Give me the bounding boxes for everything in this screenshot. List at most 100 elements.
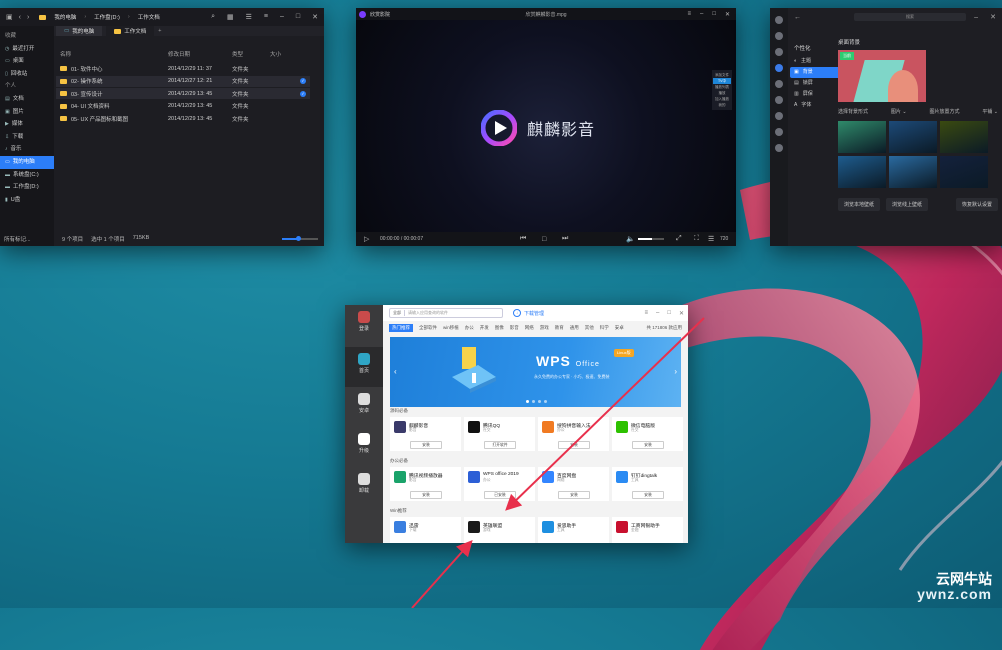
back-icon[interactable]: ‹ xyxy=(19,14,21,21)
volume-icon[interactable]: 🔈 xyxy=(626,235,635,243)
placement-select[interactable]: 平铺 ⌄ xyxy=(982,108,998,115)
app-card[interactable]: 微信电脑版 社交 安装 xyxy=(612,417,683,451)
sidebar-item-disk-d[interactable]: ▬ 工作盘(D:) xyxy=(0,181,54,194)
category-tab[interactable]: 开发 xyxy=(480,325,489,331)
view-icon[interactable]: ▦ xyxy=(227,13,234,21)
install-button[interactable]: 安装 xyxy=(410,441,442,449)
wallpaper-thumbnail[interactable] xyxy=(838,156,886,188)
menu-icon[interactable]: ≡ xyxy=(644,310,648,317)
screenshot-icon[interactable]: ⛶ xyxy=(694,235,699,243)
next-icon[interactable]: ⏭ xyxy=(562,235,568,243)
tab-computer[interactable]: ▭ 我的电脑 xyxy=(56,26,103,36)
back-icon[interactable]: ← xyxy=(794,14,801,21)
download-manager-button[interactable]: ↓ 下载管理 xyxy=(513,309,544,317)
app-card[interactable]: 搜狗拼音输入法 办公 安装 xyxy=(538,417,609,451)
sidebar-item-downloads[interactable]: ⇩ 下载 xyxy=(0,131,54,144)
sidebar-item-recent[interactable]: ◷ 最近打开 xyxy=(0,43,54,56)
app-card[interactable]: 腾讯QQ 社交 打开软件 xyxy=(464,417,535,451)
table-row[interactable]: 05- UX 产品图标和截图 2014/12/29 13: 45 文件夹 xyxy=(56,113,310,124)
sidebar-item-computer[interactable]: ▭ 我的电脑 xyxy=(0,155,54,169)
app-card[interactable]: 爱思助手 工具 xyxy=(538,517,609,543)
settings-search[interactable]: 搜索 xyxy=(854,13,966,21)
install-button[interactable]: 安装 xyxy=(558,441,590,449)
list-view-icon[interactable]: ☰ xyxy=(246,13,252,21)
close-icon[interactable]: ✕ xyxy=(725,11,730,18)
app-card[interactable]: WPS office 2019 办公 已安装 xyxy=(464,467,535,501)
menu-icon[interactable]: ≡ xyxy=(264,13,268,21)
category-tab[interactable]: win移植 xyxy=(443,325,459,331)
store-search[interactable]: 全部 请输入应用查询的软件 xyxy=(389,308,503,318)
sidebar-item-music[interactable]: ♪ 音乐 xyxy=(0,143,54,156)
sidebar-item-usb[interactable]: ▮ U盘 xyxy=(0,194,54,207)
app-card[interactable]: 迅雷 下载 xyxy=(390,517,461,543)
sidebar-footer[interactable]: 所有标记... xyxy=(4,235,31,243)
new-tab-icon[interactable]: + xyxy=(158,28,161,34)
tab-work-documents[interactable]: 工作文档 xyxy=(106,26,155,36)
category-tab[interactable]: 网络 xyxy=(525,325,534,331)
column-type[interactable]: 类型 xyxy=(232,50,270,58)
sidebar-item-media[interactable]: ▶ 媒体 xyxy=(0,118,54,131)
app-card[interactable]: 钉钉dingtalk 工具 安装 xyxy=(612,467,683,501)
install-button[interactable]: 安装 xyxy=(410,491,442,499)
browse-local-button[interactable]: 浏览本地壁纸 xyxy=(838,198,881,211)
wallpaper-thumbnail[interactable] xyxy=(940,121,988,153)
category-tab[interactable]: 安卓 xyxy=(615,325,624,331)
side-item[interactable]: 我的 xyxy=(713,102,731,108)
category-tab[interactable]: 热门推荐 xyxy=(389,324,413,332)
category-tab[interactable]: 办公 xyxy=(465,325,474,331)
video-stage[interactable]: 麒麟影音 添加文件 TV中 播放列表 播放 加入播放 我的 xyxy=(356,20,736,234)
background-type-select[interactable]: 图片 ⌄ xyxy=(891,108,907,115)
wallpaper-thumbnail[interactable] xyxy=(889,156,937,188)
close-icon[interactable]: ✕ xyxy=(679,310,684,317)
nav-item-android[interactable]: 安卓 xyxy=(345,387,383,427)
install-button[interactable]: 打开软件 xyxy=(484,441,516,449)
category-tab[interactable]: 科学 xyxy=(600,325,609,331)
nav-item-upgrade[interactable]: 升级 xyxy=(345,427,383,467)
account-icon[interactable] xyxy=(775,96,783,104)
speed-label[interactable]: 720 xyxy=(720,236,728,242)
column-name[interactable]: 名称 xyxy=(56,50,168,58)
stop-icon[interactable]: □ xyxy=(542,236,546,243)
minimize-icon[interactable]: – xyxy=(700,11,703,18)
breadcrumb-item[interactable]: 工作文档 xyxy=(138,13,160,21)
sidebar-item-desktop[interactable]: ▭ 桌面 xyxy=(0,55,54,68)
promo-banner[interactable]: WPS Office Linux版 永久免费的办公专家 · 小巧、极速、免费装 … xyxy=(390,337,681,407)
table-row[interactable]: 02- 操作系统 2014/12/27 12: 21 文件夹 ✓ xyxy=(56,75,310,87)
close-icon[interactable]: ✕ xyxy=(312,13,318,21)
install-button[interactable]: 安装 xyxy=(632,441,664,449)
browse-online-button[interactable]: 浏览线上壁纸 xyxy=(886,198,929,211)
install-button[interactable]: 安装 xyxy=(558,491,590,499)
table-row[interactable]: 01- 软件中心 2014/12/29 11: 37 文件夹 xyxy=(56,63,310,74)
breadcrumb-item[interactable]: 我的电脑 xyxy=(54,13,76,21)
nav-item-avatar[interactable]: 登录 xyxy=(345,305,383,347)
zoom-slider[interactable] xyxy=(282,236,318,241)
install-button[interactable]: 安装 xyxy=(632,491,664,499)
reset-default-button[interactable]: 恢复默认设置 xyxy=(955,198,998,211)
app-card[interactable]: 工商网银助手 金融 xyxy=(612,517,683,543)
tools-icon[interactable] xyxy=(775,48,783,56)
sidebar-item-pictures[interactable]: ▣ 图片 xyxy=(0,106,54,119)
wallpaper-thumbnail[interactable] xyxy=(838,121,886,153)
banner-prev-icon[interactable]: ‹ xyxy=(394,367,397,376)
column-size[interactable]: 大小 xyxy=(270,50,290,58)
nav-item-uninstall[interactable]: 卸载 xyxy=(345,467,383,507)
search-input[interactable]: 请输入应用查询的软件 xyxy=(405,310,448,316)
category-tab[interactable]: 教育 xyxy=(555,325,564,331)
playlist-icon[interactable]: ☰ xyxy=(708,235,714,243)
breadcrumb-item[interactable]: 工作盘(D:) xyxy=(94,13,120,21)
fullscreen-icon[interactable]: ⤢ xyxy=(676,235,682,243)
banner-next-icon[interactable]: › xyxy=(674,367,677,376)
menu-icon[interactable]: ≡ xyxy=(687,11,691,18)
banner-dot[interactable] xyxy=(532,400,535,403)
nav-item-store[interactable]: 首页 xyxy=(345,347,383,387)
close-icon[interactable]: ✕ xyxy=(990,13,996,21)
search-icon[interactable]: ⌕ xyxy=(211,13,215,21)
app-card[interactable]: 腾讯视频播放器 影音 安装 xyxy=(390,467,461,501)
sidebar-item-disk-c[interactable]: ▬ 系统盘(C:) xyxy=(0,169,54,182)
search-scope[interactable]: 全部 xyxy=(390,310,405,316)
wallpaper-thumbnail[interactable] xyxy=(889,121,937,153)
network-icon[interactable] xyxy=(775,80,783,88)
selected-check-icon[interactable]: ✓ xyxy=(300,78,306,84)
forward-icon[interactable]: › xyxy=(27,14,29,21)
column-date[interactable]: 修改日期 xyxy=(168,50,232,58)
